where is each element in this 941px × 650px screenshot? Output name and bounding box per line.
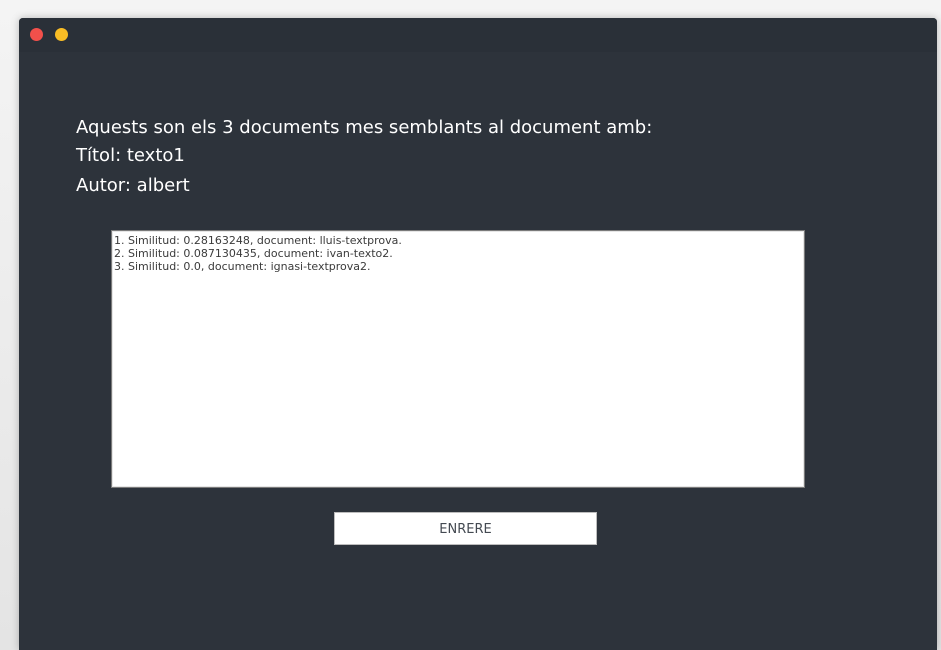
desktop: Aquests son els 3 documents mes semblant… xyxy=(0,0,941,650)
title-bar[interactable] xyxy=(19,18,937,52)
result-item: 3. Similitud: 0.0, document: ignasi-text… xyxy=(114,260,371,273)
app-window: Aquests son els 3 documents mes semblant… xyxy=(19,18,937,650)
intro-text: Aquests son els 3 documents mes semblant… xyxy=(76,117,653,138)
minimize-window-icon[interactable] xyxy=(55,28,68,41)
results-text-area[interactable]: 1. Similitud: 0.28163248, document: llui… xyxy=(111,230,805,488)
back-button[interactable]: ENRERE xyxy=(334,512,597,545)
close-window-icon[interactable] xyxy=(30,28,43,41)
document-title: Títol: texto1 xyxy=(76,145,185,166)
document-author: Autor: albert xyxy=(76,175,190,196)
result-item: 2. Similitud: 0.087130435, document: iva… xyxy=(114,247,393,260)
result-item: 1. Similitud: 0.28163248, document: llui… xyxy=(114,234,402,247)
